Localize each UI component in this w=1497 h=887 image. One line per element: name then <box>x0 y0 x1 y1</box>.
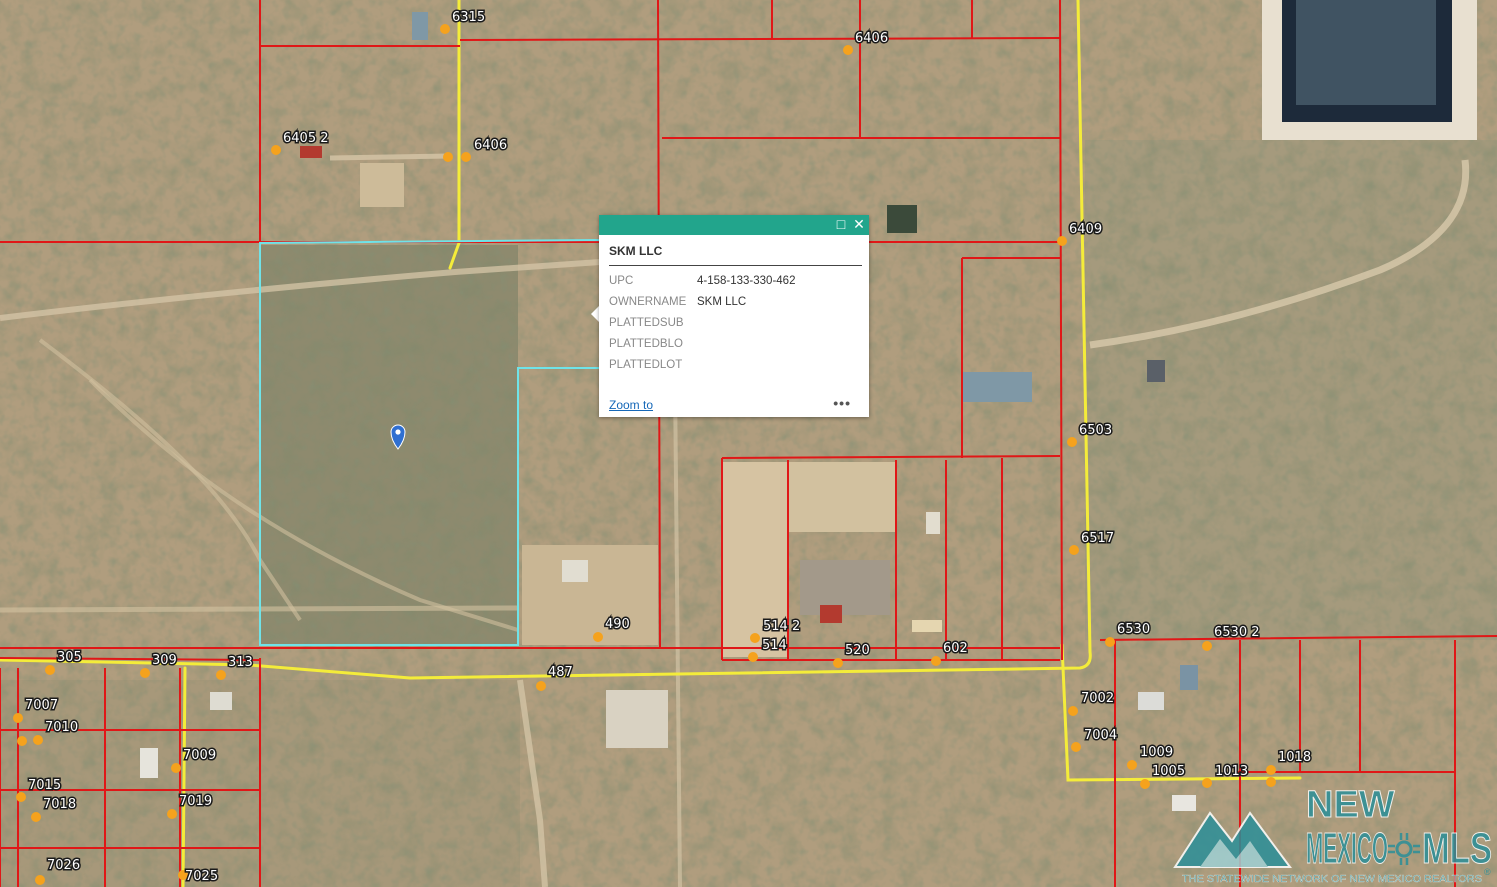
address-label: 6315 <box>452 10 485 25</box>
attribute-row: PLATTEDLOT <box>609 354 795 375</box>
attribute-row: UPC 4-158-133-330-462 <box>609 270 795 291</box>
popup-divider <box>609 265 862 266</box>
logo-registered-mark: ® <box>1484 867 1491 877</box>
address-label: 7010 <box>45 720 78 735</box>
attribute-key: OWNERNAME <box>609 295 687 308</box>
attribute-row: PLATTEDBLO <box>609 333 795 354</box>
close-icon[interactable]: ✕ <box>852 217 866 231</box>
attribute-table: UPC 4-158-133-330-462 OWNERNAME SKM LLC … <box>609 270 795 375</box>
address-label: 7018 <box>43 797 76 812</box>
address-label: 7019 <box>179 794 212 809</box>
popup-title: SKM LLC <box>609 244 663 258</box>
aerial-map[interactable]: 6315 6406 6405 2 6406 6409 6503 6517 490… <box>0 0 1497 887</box>
address-label: 602 <box>943 641 968 656</box>
address-label: 6406 <box>474 138 507 153</box>
attribute-value <box>697 333 795 354</box>
popup-pointer <box>591 306 599 322</box>
address-label: 6409 <box>1069 222 1102 237</box>
address-label: 313 <box>228 655 253 670</box>
address-label: 7026 <box>47 858 80 873</box>
attribute-value: SKM LLC <box>697 295 747 308</box>
address-label: 514 2 <box>763 619 800 634</box>
attribute-key: PLATTEDBLO <box>609 337 683 350</box>
address-label: 514 <box>762 638 787 653</box>
address-label: 6517 <box>1081 531 1114 546</box>
popup-header: □ ✕ <box>599 215 869 235</box>
address-label: 6503 <box>1079 423 1112 438</box>
address-label: 6530 2 <box>1214 625 1260 640</box>
address-label: 1005 <box>1152 764 1185 779</box>
address-label: 309 <box>152 653 177 668</box>
address-label: 7004 <box>1084 728 1117 743</box>
address-label: 1018 <box>1278 750 1311 765</box>
logo-line2: MEXICO <box>1306 824 1388 873</box>
address-label: 7009 <box>183 748 216 763</box>
logo-line3: MLS <box>1422 824 1492 873</box>
address-label: 7025 <box>185 869 218 884</box>
attribute-value: 4-158-133-330-462 <box>697 274 796 287</box>
address-label: 6406 <box>855 31 888 46</box>
maximize-icon[interactable]: □ <box>834 217 848 231</box>
address-label: 7015 <box>28 778 61 793</box>
attribute-key: PLATTEDLOT <box>609 358 683 371</box>
zia-sun-icon <box>1388 833 1420 865</box>
address-label: 487 <box>548 665 573 680</box>
address-label: 490 <box>605 617 630 632</box>
address-label: 1009 <box>1140 745 1173 760</box>
feature-popup: □ ✕ SKM LLC UPC 4-158-133-330-462 OWNERN… <box>599 215 869 417</box>
address-label: 6530 <box>1117 622 1150 637</box>
more-options-icon[interactable]: ••• <box>833 395 851 411</box>
attribute-key: PLATTEDSUB <box>609 316 684 329</box>
address-label: 7002 <box>1081 691 1114 706</box>
address-label: 7007 <box>25 698 58 713</box>
logo-line1: NEW <box>1306 784 1395 826</box>
zoom-to-link[interactable]: Zoom to <box>609 398 653 412</box>
logo-tagline: THE STATEWIDE NETWORK OF NEW MEXICO REAL… <box>1182 874 1482 885</box>
address-label: 1013 <box>1215 764 1248 779</box>
mls-watermark-logo: NEW MEXICO MLS THE STATEWIDE NETWORK OF … <box>1173 784 1493 885</box>
terrain <box>0 0 1497 887</box>
attribute-value <box>697 354 795 375</box>
attribute-key: UPC <box>609 274 634 287</box>
attribute-row: OWNERNAME SKM LLC <box>609 291 795 312</box>
attribute-row: PLATTEDSUB <box>609 312 795 333</box>
attribute-value <box>697 312 795 333</box>
address-label: 6405 2 <box>283 131 329 146</box>
address-label: 305 <box>57 650 82 665</box>
address-label: 520 <box>845 643 870 658</box>
